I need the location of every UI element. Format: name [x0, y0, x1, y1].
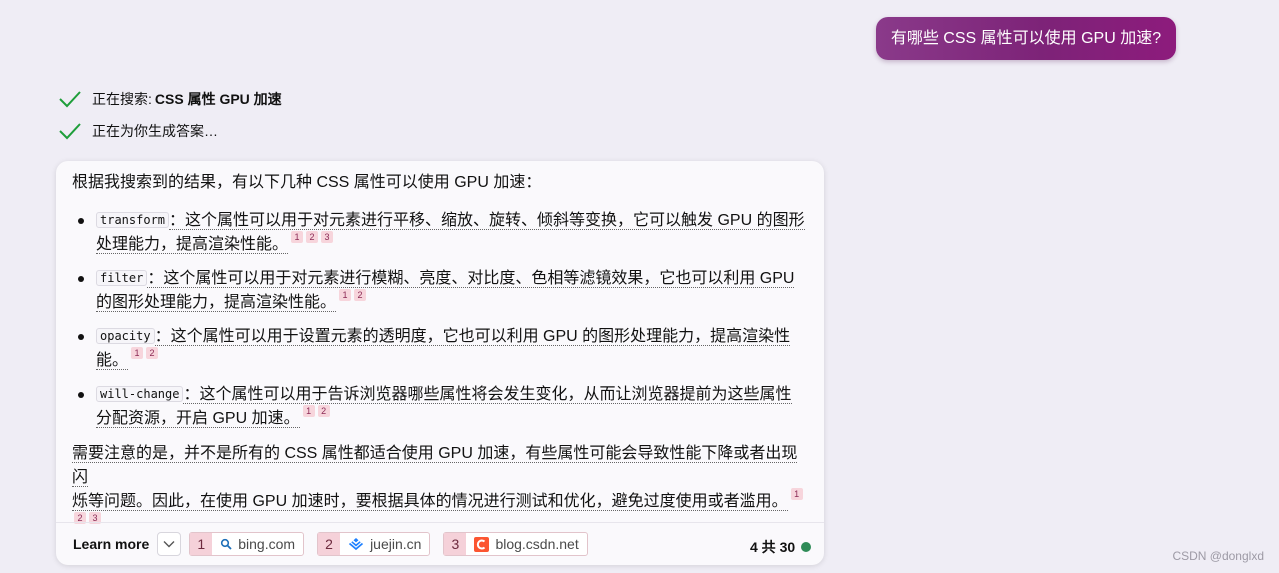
bullet-text: ：这个属性可以用于对元素进行平移、缩放、旋转、倾斜等变换，它可以触发 GPU 的…: [169, 212, 805, 230]
list-item: opacity ：这个属性可以用于设置元素的透明度，它也可以利用 GPU 的图形处…: [72, 325, 812, 383]
citation-badge[interactable]: 2: [354, 289, 367, 301]
status-searching-label: 正在搜索:: [92, 91, 152, 107]
citation-badge[interactable]: 1: [302, 405, 315, 417]
citation-badge[interactable]: 2: [146, 347, 159, 359]
source-host: juejin.cn: [370, 536, 422, 552]
turn-counter: 4 共 30: [750, 537, 812, 557]
answer-list: transform ：这个属性可以用于对元素进行平移、缩放、旋转、倾斜等变换，它可…: [72, 209, 812, 441]
status-generating-label: 正在为你生成答案…: [92, 123, 218, 139]
source-link-juejin[interactable]: 2 juejin.cn: [317, 532, 431, 556]
list-item: filter ：这个属性可以用于对元素进行模糊、亮度、对比度、色相等滤镜效果，它也…: [72, 267, 812, 325]
turn-counter-text: 4 共 30: [750, 539, 796, 555]
search-icon: [220, 538, 232, 550]
checkmark-icon: [59, 91, 81, 108]
code-term: filter: [96, 270, 148, 286]
expand-sources-button[interactable]: [157, 532, 182, 556]
bullet-dot: [78, 392, 84, 398]
note-text-cont: 烁等问题。因此，在使用 GPU 加速时，要根据具体的情况进行测试和优化，避免过度…: [72, 493, 788, 511]
bullet-text: ：这个属性可以用于对元素进行模糊、亮度、对比度、色相等滤镜效果，它也可以利用 G…: [147, 270, 795, 288]
source-link-csdn[interactable]: 3 blog.csdn.net: [443, 532, 588, 556]
citation-badge[interactable]: 1: [291, 231, 304, 243]
citation-badge[interactable]: 2: [317, 405, 330, 417]
bullet-text-cont: 分配资源，开启 GPU 加速。: [96, 410, 300, 428]
citation-badge[interactable]: 3: [321, 231, 334, 243]
citation-badge[interactable]: 1: [339, 289, 352, 301]
watermark: CSDN @donglxd: [1172, 549, 1264, 563]
bullet-text-cont: 处理能力，提高渲染性能。: [96, 236, 289, 254]
answer-card: 根据我搜索到的结果，有以下几种 CSS 属性可以使用 GPU 加速： trans…: [56, 161, 824, 565]
footer-divider: [56, 522, 824, 523]
list-item: transform ：这个属性可以用于对元素进行平移、缩放、旋转、倾斜等变换，它可…: [72, 209, 812, 267]
citation-badge[interactable]: 1: [790, 488, 803, 500]
source-number: 3: [444, 533, 467, 555]
bullet-text-cont: 能。: [96, 352, 129, 370]
answer-intro: 根据我搜索到的结果，有以下几种 CSS 属性可以使用 GPU 加速：: [72, 174, 542, 191]
source-host: bing.com: [238, 536, 296, 552]
list-item: will-change ：这个属性可以用于告诉浏览器哪些属性将会发生变化，从而让浏…: [72, 383, 812, 441]
source-host: blog.csdn.net: [495, 536, 579, 552]
chevron-down-icon: [163, 541, 175, 548]
bullet-dot: [78, 218, 84, 224]
citation-badge[interactable]: 2: [306, 231, 319, 243]
code-term: will-change: [96, 386, 184, 402]
bullet-dot: [78, 334, 84, 340]
bullet-text: ：这个属性可以用于告诉浏览器哪些属性将会发生变化，从而让浏览器提前为这些属性: [183, 386, 792, 404]
code-term: transform: [96, 212, 170, 228]
juejin-logo-icon: [348, 537, 364, 551]
bullet-dot: [78, 276, 84, 282]
source-number: 2: [318, 533, 341, 555]
code-term: opacity: [96, 328, 155, 344]
checkmark-icon: [59, 123, 81, 140]
status-generating: 正在为你生成答案…: [58, 120, 218, 142]
note-text: 需要注意的是，并不是所有的 CSS 属性都适合使用 GPU 加速，有些属性可能会…: [72, 445, 798, 487]
csdn-logo-icon: [474, 536, 490, 552]
sources-footer: Learn more 1 bing.com 2 juejin.cn 3 blog…: [73, 532, 601, 556]
search-query: CSS 属性 GPU 加速: [154, 91, 282, 107]
source-number: 1: [190, 533, 213, 555]
status-searching: 正在搜索: CSS 属性 GPU 加速: [58, 88, 282, 110]
learn-more-label: Learn more: [73, 536, 150, 552]
user-message-bubble: 有哪些 CSS 属性可以使用 GPU 加速?: [876, 17, 1176, 60]
bullet-text: ：这个属性可以用于设置元素的透明度，它也可以利用 GPU 的图形处理能力，提高渲…: [154, 328, 791, 346]
answer-note: 需要注意的是，并不是所有的 CSS 属性都适合使用 GPU 加速，有些属性可能会…: [72, 442, 808, 538]
bullet-text-cont: 的图形处理能力，提高渲染性能。: [96, 294, 337, 312]
source-link-bing[interactable]: 1 bing.com: [189, 532, 305, 556]
citation-badge[interactable]: 1: [131, 347, 144, 359]
status-indicator-dot: [801, 542, 812, 552]
